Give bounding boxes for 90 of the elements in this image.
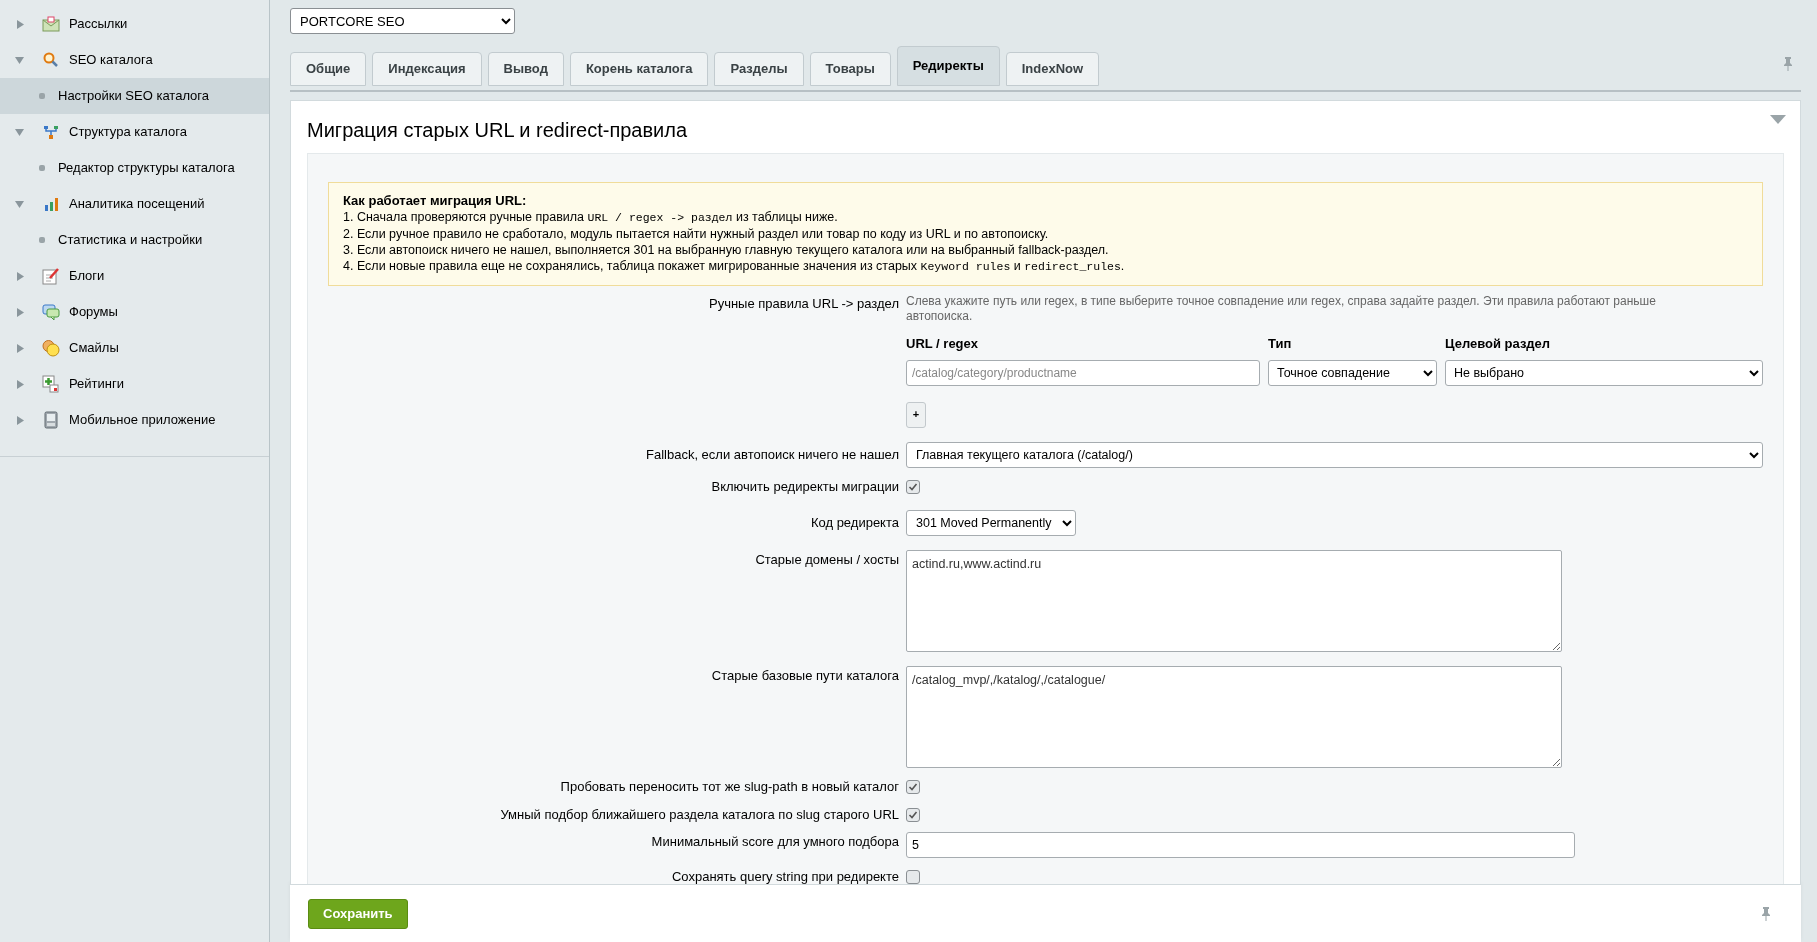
field-label: Ручные правила URL -> раздел [708, 295, 899, 313]
bullet-icon [39, 93, 45, 99]
sidebar-subitem[interactable]: Настройки SEO каталога [0, 78, 269, 114]
sidebar-subitem-label[interactable]: Редактор структуры каталога [58, 158, 235, 178]
sidebar-item[interactable]: Аналитика посещений [0, 186, 269, 222]
sidebar-subitem[interactable]: Редактор структуры каталога [0, 150, 269, 186]
circles-icon [42, 339, 60, 357]
sidebar-item-label[interactable]: Мобильное приложение [69, 410, 216, 430]
info-line: 2. Если ручное правило не сработало, модуль пытается найти нужный раздел или товар по коду из URL и по автопоиску. [343, 226, 1050, 242]
magnifier-icon [43, 52, 59, 68]
sidebar-item-label[interactable]: Блоги [69, 266, 105, 286]
sidebar-item-label[interactable]: SEO каталога [69, 50, 153, 70]
expand-arrow-icon[interactable] [17, 415, 24, 425]
section-title: Миграция старых URL и redirect-правила [307, 119, 688, 141]
notepad-icon [42, 267, 60, 285]
sidebar-item[interactable]: SEO каталога [0, 42, 269, 78]
sidebar-item[interactable]: Форумы [0, 294, 269, 330]
number-input[interactable]: 5 [906, 831, 1575, 858]
column-header: Тип [1268, 336, 1292, 351]
sidebar-item[interactable]: Мобильное приложение [0, 402, 269, 438]
checkbox[interactable] [906, 869, 920, 884]
sidebar-item-label[interactable]: Смайлы [69, 338, 119, 358]
pin-icon[interactable] [1761, 905, 1771, 922]
sidebar-item[interactable]: Блоги [0, 258, 269, 294]
collapse-arrow-icon[interactable] [15, 56, 24, 64]
expand-arrow-icon[interactable] [17, 271, 24, 281]
field-label: Код редиректа [810, 513, 899, 532]
expand-arrow-icon[interactable] [17, 343, 24, 353]
expand-arrow-icon[interactable] [17, 379, 24, 389]
speech-bubbles-icon [42, 304, 60, 320]
envelope-icon [42, 16, 60, 32]
type-select[interactable]: Точное совпадение [1268, 359, 1437, 386]
tab[interactable]: Вывод [487, 52, 564, 86]
checkbox[interactable] [906, 779, 920, 794]
sidebar-subitem[interactable]: Статистика и настройки [0, 222, 269, 258]
pin-icon[interactable] [1783, 56, 1793, 72]
sidebar-subitem-label[interactable]: Статистика и настройки [58, 230, 203, 250]
bullet-icon [39, 165, 45, 171]
phone-icon [43, 411, 59, 429]
tab[interactable]: Корень каталога [569, 52, 709, 86]
collapse-arrow-icon[interactable] [15, 128, 24, 136]
info-line: 4. Если новые правила еще не сохранялись, таблица покажет мигрированные значения из старых Keyword rules и redirect_rules. [343, 258, 1126, 275]
info-line: 1. Сначала проверяются ручные правила URL / regex -> раздел из таблицы ниже. [343, 209, 839, 226]
tab[interactable]: Индексация [372, 52, 482, 86]
site-select[interactable]: PORTCORE SEO [290, 8, 515, 34]
sidebar-item[interactable]: Смайлы [0, 330, 269, 366]
tab[interactable]: IndexNow [1005, 52, 1100, 86]
sidebar-item[interactable]: Рассылки [0, 6, 269, 42]
plus-square-icon [42, 375, 60, 393]
sidebar-item-label[interactable]: Структура каталога [69, 122, 187, 142]
dropdown[interactable]: Главная текущего каталога (/catalog/) [906, 441, 1763, 468]
field-label: Fallback, если автопоиск ничего не нашел [645, 445, 899, 464]
field-label: Сохранять query string при редиректе [671, 867, 899, 884]
text-area[interactable]: /catalog_mvp/,/katalog/,/catalogue/ [906, 665, 1562, 768]
field-label: Старые базовые пути каталога [711, 666, 899, 685]
expand-arrow-icon[interactable] [17, 19, 24, 29]
sidebar-subitem-label[interactable]: Настройки SEO каталога [58, 86, 210, 106]
column-header: URL / regex [906, 336, 978, 351]
field-hint: Слева укажите путь или regex, в типе выберите точное совпадение или regex, справа задайте раздел. Эти правила работают раньше автопоиска. [906, 294, 1657, 324]
add-rule-button[interactable]: + [906, 401, 926, 428]
info-title: Как работает миграция URL: [343, 193, 528, 209]
field-label: Пробовать переносить тот же slug-path в новый каталог [560, 777, 899, 796]
url-input[interactable]: /catalog/category/productname [906, 359, 1260, 386]
collapse-arrow-icon[interactable] [15, 200, 24, 208]
sidebar-item[interactable]: Структура каталога [0, 114, 269, 150]
sidebar-item[interactable]: Рейтинги [0, 366, 269, 402]
hierarchy-icon [43, 124, 59, 140]
column-header: Целевой раздел [1445, 336, 1551, 351]
collapse-icon[interactable] [1770, 115, 1786, 124]
expand-arrow-icon[interactable] [17, 307, 24, 317]
sidebar-item-label[interactable]: Рейтинги [69, 374, 124, 394]
tab[interactable]: Товары [809, 52, 891, 86]
target-select[interactable]: Не выбрано [1445, 359, 1763, 386]
bar-chart-icon [43, 196, 59, 212]
field-label: Включить редиректы миграции [711, 477, 899, 496]
checkbox[interactable] [906, 479, 920, 494]
sidebar-item-label[interactable]: Рассылки [69, 14, 128, 34]
info-line: 3. Если автопоиск ничего не нашел, выполняется 301 на выбранную главную текущего каталога или на выбранный fallback-раздел. [343, 242, 1110, 258]
field-label: Умный подбор ближайшего раздела каталога по slug старого URL [500, 805, 899, 824]
tab[interactable]: Редиректы [896, 46, 1000, 86]
sidebar-item-label[interactable]: Аналитика посещений [69, 194, 205, 214]
field-label: Старые домены / хосты [755, 550, 899, 569]
text-area[interactable]: actind.ru,www.actind.ru [906, 549, 1562, 652]
tab[interactable]: Разделы [714, 52, 804, 86]
tab[interactable]: Общие [290, 52, 367, 86]
field-label: Минимальный score для умного подбора [651, 832, 899, 851]
checkbox[interactable] [906, 807, 920, 822]
sidebar-item-label[interactable]: Форумы [69, 302, 118, 322]
bullet-icon [39, 237, 45, 243]
dropdown[interactable]: 301 Moved Permanently [906, 509, 1076, 536]
